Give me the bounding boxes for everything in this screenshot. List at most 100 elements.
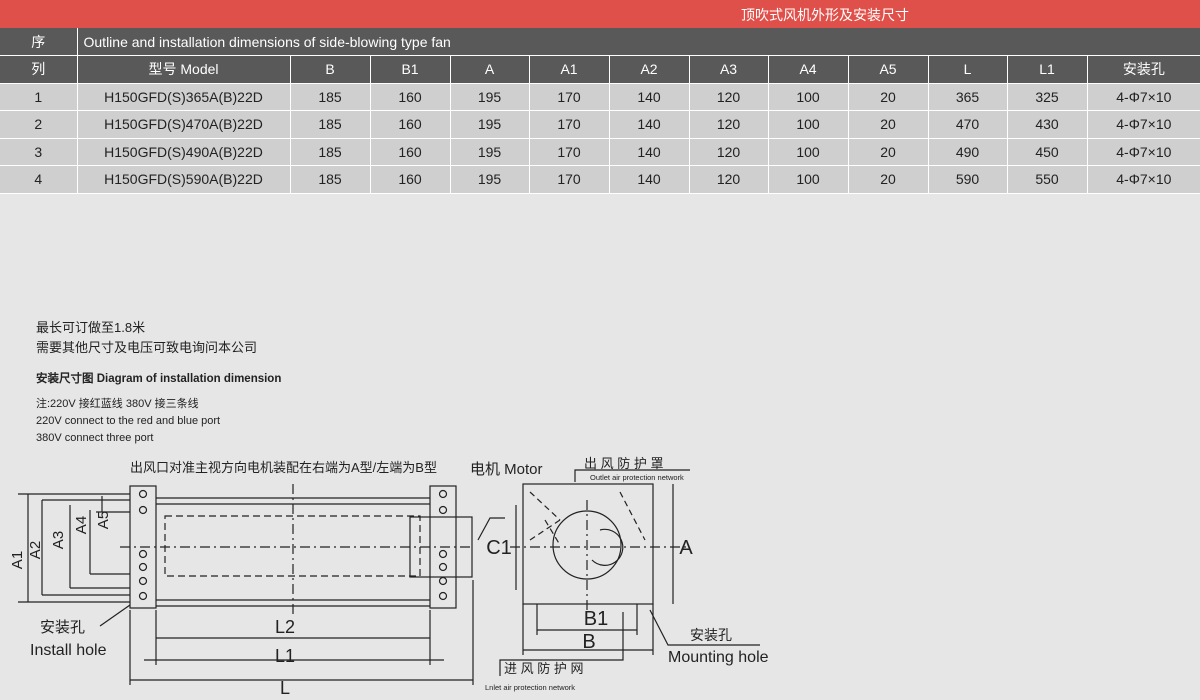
table-cell: 450	[1006, 138, 1087, 166]
table-cell: 100	[767, 110, 848, 139]
dim-a4-label: A4	[73, 516, 90, 534]
table-cell: 20	[847, 83, 928, 111]
table-cell: 140	[608, 165, 689, 194]
column-header: B	[289, 55, 370, 84]
table-cell: 550	[1006, 165, 1087, 194]
dim-l1-label: L1	[275, 646, 295, 666]
table-cell: 4-Φ7×10	[1086, 138, 1200, 166]
table-cell: 430	[1006, 110, 1087, 139]
table-row: 3 H150GFD(S)490A(B)22D 185 160 195 170 1…	[0, 138, 1200, 166]
table-cell: 4	[0, 165, 77, 194]
inlet-net-label-en: Lnlet air protection network	[485, 683, 575, 692]
dim-l2-label: L2	[275, 617, 295, 637]
installation-diagram: 出风口对准主视方向电机装配在右端为A型/左端为B型 电机 Motor 出 风 防…	[9, 456, 769, 698]
table-cell: 325	[1006, 83, 1087, 111]
table-cell: H150GFD(S)470A(B)22D	[76, 110, 290, 139]
wiring-note-380: 380V connect three port	[36, 432, 154, 444]
inlet-net-label-cn: 进 风 防 护 网	[504, 661, 583, 676]
table-cell: 100	[767, 165, 848, 194]
table-cell: 140	[608, 138, 689, 166]
table-cell: 4-Φ7×10	[1086, 110, 1200, 139]
table-cell: H150GFD(S)365A(B)22D	[76, 83, 290, 111]
table-cell: 160	[369, 110, 450, 139]
table-cell: 195	[449, 165, 529, 194]
table-cell: 185	[289, 110, 370, 139]
column-header: 型号 Model	[76, 55, 290, 84]
table-cell: 170	[528, 83, 609, 111]
wiring-note-cn: 注:220V 接红蓝线 380V 接三条线	[36, 398, 199, 410]
install-hole-label-cn: 安装孔	[40, 619, 85, 636]
table-cell: 4-Φ7×10	[1086, 83, 1200, 111]
table-cell: 185	[289, 165, 370, 194]
banner-title: 顶吹式风机外形及安装尺寸	[741, 7, 909, 23]
table-cell: 20	[847, 110, 928, 139]
column-header: A5	[847, 55, 928, 84]
table-cell: 170	[528, 110, 609, 139]
dim-a1-label: A1	[9, 551, 26, 569]
table-header-row: 列 型号 Model B B1 A A1 A2 A3 A4 A5 L L1 安装…	[0, 55, 1200, 84]
seq-header-bottom: 列	[0, 55, 77, 84]
table-cell: 160	[369, 138, 450, 166]
table-cell: 170	[528, 138, 609, 166]
table-cell: 470	[927, 110, 1007, 139]
column-header: A4	[767, 55, 848, 84]
table-cell: 590	[927, 165, 1007, 194]
dim-b-label: B	[582, 631, 595, 653]
table-cell: 120	[688, 165, 768, 194]
column-header: B1	[369, 55, 450, 84]
column-header: L	[927, 55, 1007, 84]
dim-l-label: L	[280, 678, 290, 698]
dim-b1-label: B1	[584, 608, 608, 630]
dim-a-label: A	[679, 537, 693, 559]
table-cell: H150GFD(S)590A(B)22D	[76, 165, 290, 194]
column-header: L1	[1006, 55, 1087, 84]
notes-block: 最长可订做至1.8米 需要其他尺寸及电压可致电询问本公司 安装尺寸图 Diagr…	[36, 318, 281, 447]
outlet-orientation-note: 出风口对准主视方向电机装配在右端为A型/左端为B型	[130, 460, 437, 475]
table-cell: 120	[688, 138, 768, 166]
motor-label: 电机 Motor	[470, 461, 543, 478]
mounting-hole-label-cn: 安装孔	[690, 627, 732, 643]
column-header: A2	[608, 55, 689, 84]
table-cell: 185	[289, 83, 370, 111]
table-cell: 195	[449, 83, 529, 111]
table-caption-row: 序 Outline and installation dimensions of…	[0, 28, 1200, 56]
install-hole-label-en: Install hole	[30, 642, 107, 659]
table-row: 4 H150GFD(S)590A(B)22D 185 160 195 170 1…	[0, 165, 1200, 194]
column-header: A	[449, 55, 529, 84]
table-cell: 4-Φ7×10	[1086, 165, 1200, 194]
dim-a2-label: A2	[27, 541, 44, 559]
max-length-note: 最长可订做至1.8米	[36, 320, 146, 335]
right-mounting-holes	[438, 489, 448, 601]
spec-table: 序 Outline and installation dimensions of…	[0, 28, 1200, 194]
seq-header-top: 序	[0, 28, 77, 56]
table-cell: 1	[0, 83, 77, 111]
mounting-hole-label-en: Mounting hole	[668, 649, 769, 666]
column-header: A1	[528, 55, 609, 84]
dim-a3-label: A3	[50, 531, 67, 549]
table-cell: 120	[688, 110, 768, 139]
table-cell: 100	[767, 83, 848, 111]
table-cell: 140	[608, 110, 689, 139]
side-view-housing	[522, 483, 654, 605]
table-cell: 160	[369, 165, 450, 194]
table-cell: 100	[767, 138, 848, 166]
table-cell: 120	[688, 83, 768, 111]
diagram-title: 安装尺寸图 Diagram of installation dimension	[36, 373, 282, 385]
column-header: A3	[688, 55, 768, 84]
table-cell: 170	[528, 165, 609, 194]
table-cell: 140	[608, 83, 689, 111]
table-cell: 20	[847, 165, 928, 194]
table-cell: 20	[847, 138, 928, 166]
table-caption: Outline and installation dimensions of s…	[76, 28, 1200, 56]
left-mounting-holes	[138, 489, 148, 601]
table-cell: 195	[449, 138, 529, 166]
table-cell: 490	[927, 138, 1007, 166]
table-cell: 3	[0, 138, 77, 166]
table-cell: H150GFD(S)490A(B)22D	[76, 138, 290, 166]
outlet-cover-label-cn: 出 风 防 护 罩	[584, 456, 663, 471]
table-row: 1 H150GFD(S)365A(B)22D 185 160 195 170 1…	[0, 83, 1200, 111]
contact-note: 需要其他尺寸及电压可致电询问本公司	[36, 340, 258, 355]
table-cell: 2	[0, 110, 77, 139]
table-row: 2 H150GFD(S)470A(B)22D 185 160 195 170 1…	[0, 110, 1200, 139]
dim-a5-label: A5	[95, 511, 112, 529]
